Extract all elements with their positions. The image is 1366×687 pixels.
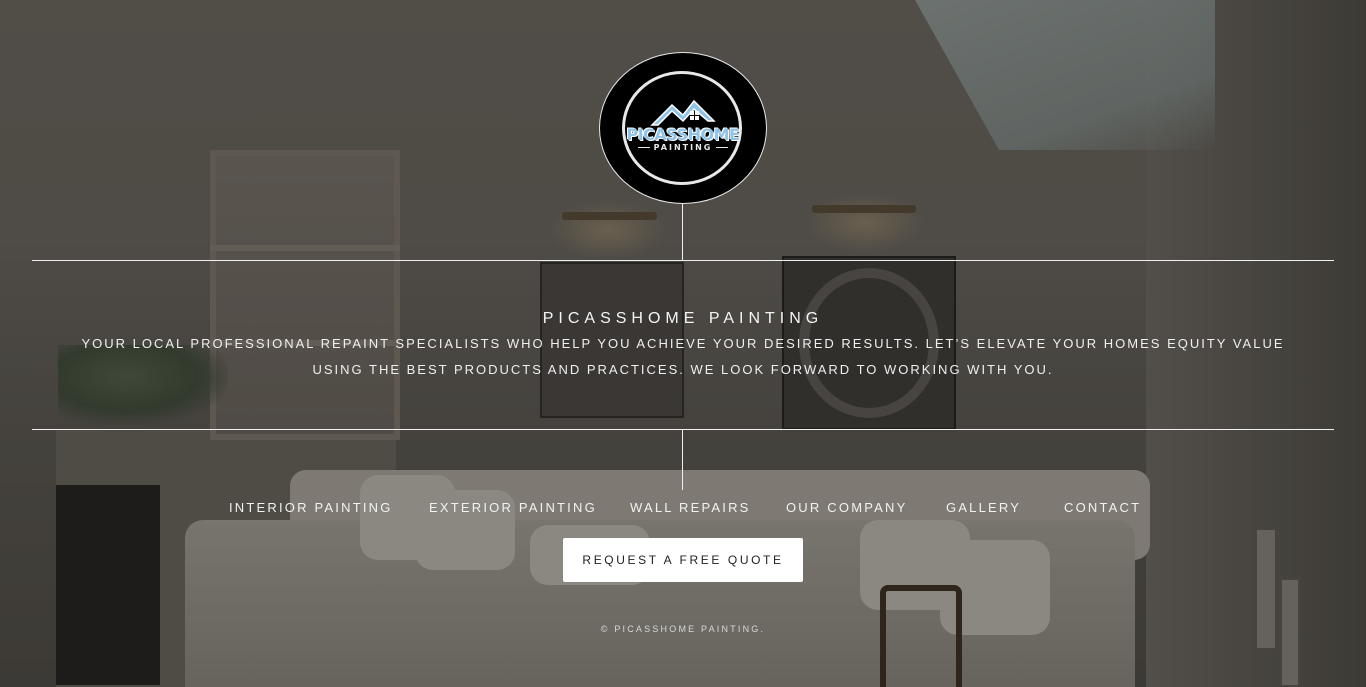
nav-item-exterior-painting[interactable]: EXTERIOR PAINTING bbox=[429, 500, 597, 515]
nav-item-our-company[interactable]: OUR COMPANY bbox=[786, 500, 907, 515]
divider-top bbox=[32, 260, 1334, 261]
site-logo[interactable]: PICASSHOME PAINTING bbox=[599, 52, 767, 204]
connector-line-top bbox=[682, 204, 683, 260]
logo-subtitle: PAINTING bbox=[600, 143, 766, 152]
hero-tagline: YOUR LOCAL PROFESSIONAL REPAINT SPECIALI… bbox=[81, 336, 1285, 377]
page-title: PICASSHOME PAINTING bbox=[542, 310, 824, 327]
main-nav: INTERIOR PAINTING EXTERIOR PAINTING WALL… bbox=[0, 500, 1366, 518]
footer-copyright: © PICASSHOME PAINTING. bbox=[600, 624, 766, 634]
nav-item-wall-repairs[interactable]: WALL REPAIRS bbox=[630, 500, 751, 515]
nav-item-interior-painting[interactable]: INTERIOR PAINTING bbox=[229, 500, 393, 515]
divider-bottom bbox=[32, 429, 1334, 430]
logo-title: PICASSHOME bbox=[626, 125, 740, 144]
house-roof-icon bbox=[650, 99, 716, 126]
nav-item-contact[interactable]: CONTACT bbox=[1064, 500, 1141, 515]
connector-line-bottom bbox=[682, 430, 683, 490]
request-quote-button[interactable]: REQUEST A FREE QUOTE bbox=[563, 538, 803, 582]
nav-item-gallery[interactable]: GALLERY bbox=[946, 500, 1021, 515]
